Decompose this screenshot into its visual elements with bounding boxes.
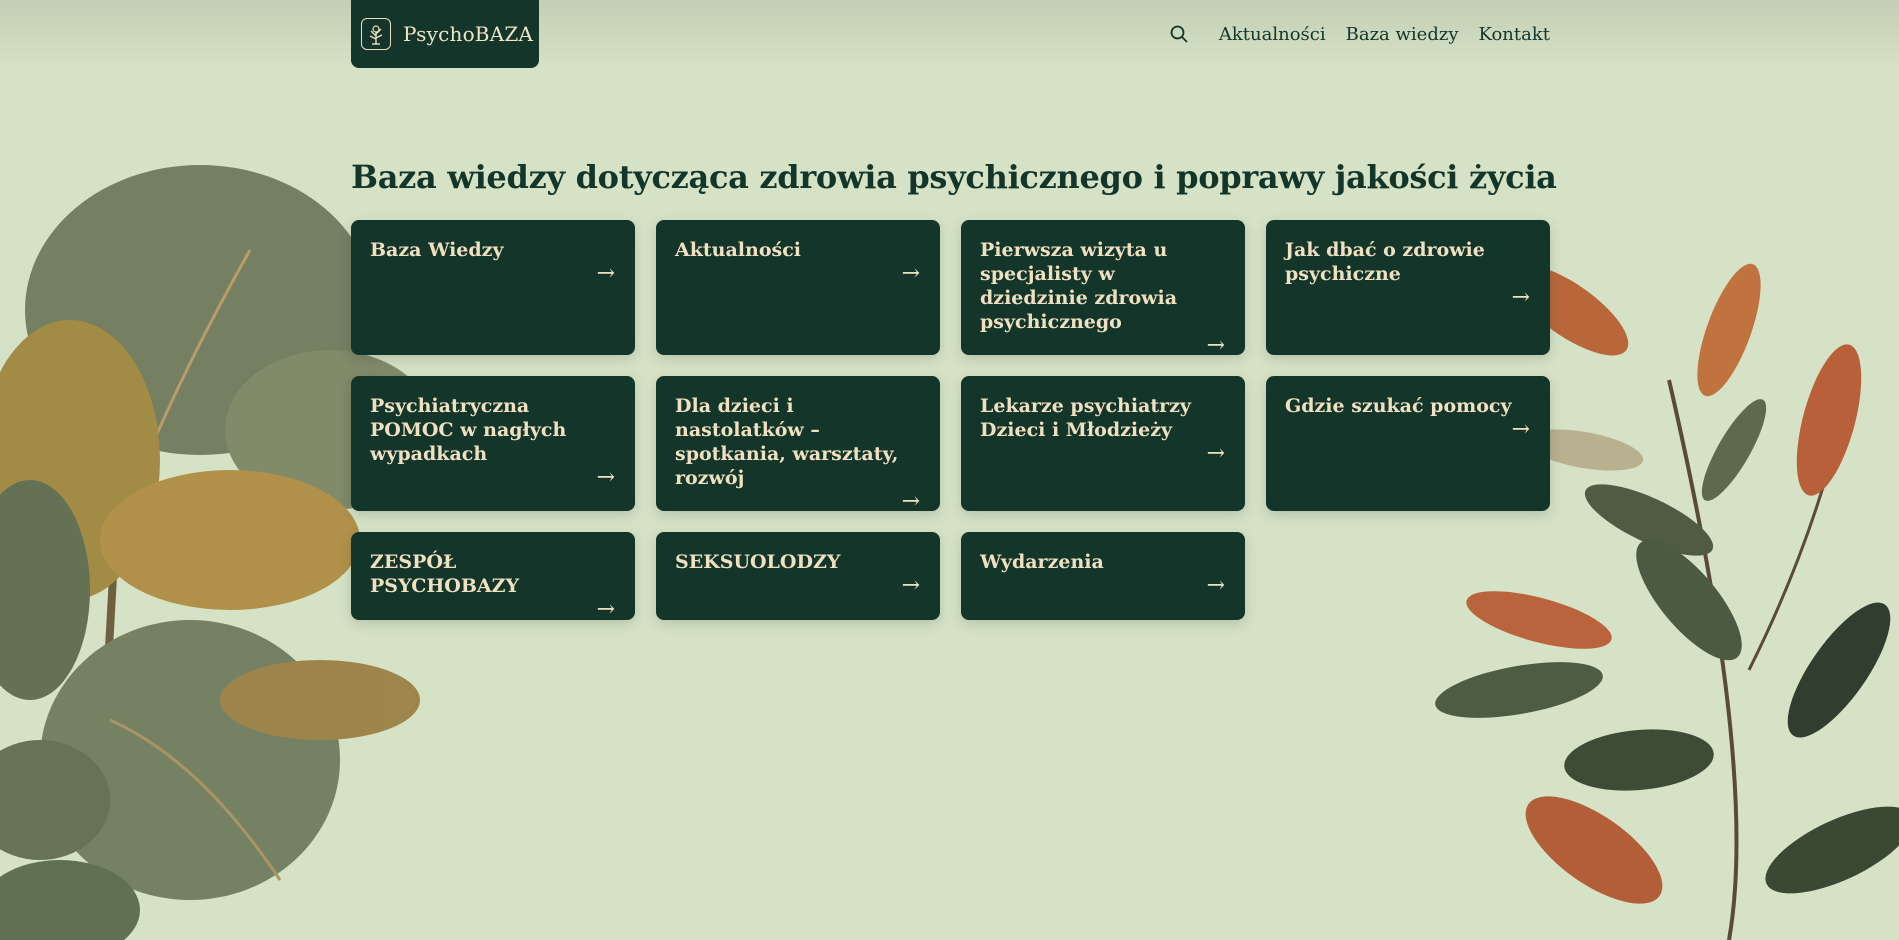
card-label: SEKSUOLODZY bbox=[675, 551, 841, 573]
card-lekarze-psychiatrzy[interactable]: Lekarze psychiatrzy Dzieci i Młodzieży → bbox=[961, 376, 1245, 511]
card-label: Dla dzieci i nastolatków – spotkania, wa… bbox=[675, 395, 899, 489]
card-psychiatryczna-pomoc[interactable]: Psychiatryczna POMOC w nagłych wypadkach… bbox=[351, 376, 635, 511]
arrow-right-icon: → bbox=[901, 261, 920, 286]
nav-link-kontakt[interactable]: Kontakt bbox=[1479, 24, 1551, 45]
main-nav: Aktualności Baza wiedzy Kontakt bbox=[1169, 20, 1550, 48]
card-label: Psychiatryczna POMOC w nagłych wypadkach bbox=[370, 395, 567, 465]
card-gdzie-szukac[interactable]: Gdzie szukać pomocy → bbox=[1266, 376, 1550, 511]
arrow-right-icon: → bbox=[596, 597, 615, 622]
card-jak-dbac[interactable]: Jak dbać o zdrowie psychiczne → bbox=[1266, 220, 1550, 355]
card-aktualnosci[interactable]: Aktualności → bbox=[656, 220, 940, 355]
card-pierwsza-wizyta[interactable]: Pierwsza wizyta u specjalisty w dziedzin… bbox=[961, 220, 1245, 358]
card-dla-dzieci[interactable]: Dla dzieci i nastolatków – spotkania, wa… bbox=[656, 376, 940, 514]
arrow-right-icon: → bbox=[1206, 441, 1225, 466]
site-logo[interactable]: PsychoBAZA bbox=[351, 0, 539, 68]
search-icon[interactable] bbox=[1169, 23, 1191, 45]
card-label: Aktualności bbox=[675, 239, 801, 261]
card-zespol[interactable]: ZESPÓŁ PSYCHOBAZY → bbox=[351, 532, 635, 622]
tree-icon bbox=[361, 18, 391, 50]
card-label: Baza Wiedzy bbox=[370, 239, 504, 261]
arrow-right-icon: → bbox=[1511, 285, 1530, 310]
card-label: Wydarzenia bbox=[980, 551, 1104, 573]
top-bar bbox=[0, 0, 1899, 70]
card-label: Pierwsza wizyta u specjalisty w dziedzin… bbox=[980, 239, 1178, 333]
card-seksuolodzy[interactable]: SEKSUOLODZY → bbox=[656, 532, 940, 620]
logo-text: PsychoBAZA bbox=[403, 22, 534, 46]
arrow-right-icon: → bbox=[901, 573, 920, 598]
card-label: Jak dbać o zdrowie psychiczne bbox=[1285, 239, 1485, 285]
card-label: ZESPÓŁ PSYCHOBAZY bbox=[370, 551, 520, 597]
arrow-right-icon: → bbox=[1206, 333, 1225, 358]
arrow-right-icon: → bbox=[1511, 417, 1530, 442]
nav-link-baza-wiedzy[interactable]: Baza wiedzy bbox=[1346, 24, 1459, 45]
card-label: Gdzie szukać pomocy bbox=[1285, 395, 1512, 417]
arrow-right-icon: → bbox=[1206, 573, 1225, 598]
category-grid: Baza Wiedzy → Aktualności → Pierwsza wiz… bbox=[351, 220, 1550, 622]
card-wydarzenia[interactable]: Wydarzenia → bbox=[961, 532, 1245, 620]
arrow-right-icon: → bbox=[596, 261, 615, 286]
nav-link-aktualnosci[interactable]: Aktualności bbox=[1219, 24, 1326, 45]
card-baza-wiedzy[interactable]: Baza Wiedzy → bbox=[351, 220, 635, 355]
arrow-right-icon: → bbox=[901, 489, 920, 514]
page-title: Baza wiedzy dotycząca zdrowia psychiczne… bbox=[351, 158, 1557, 196]
card-label: Lekarze psychiatrzy Dzieci i Młodzieży bbox=[980, 395, 1191, 441]
arrow-right-icon: → bbox=[596, 465, 615, 490]
